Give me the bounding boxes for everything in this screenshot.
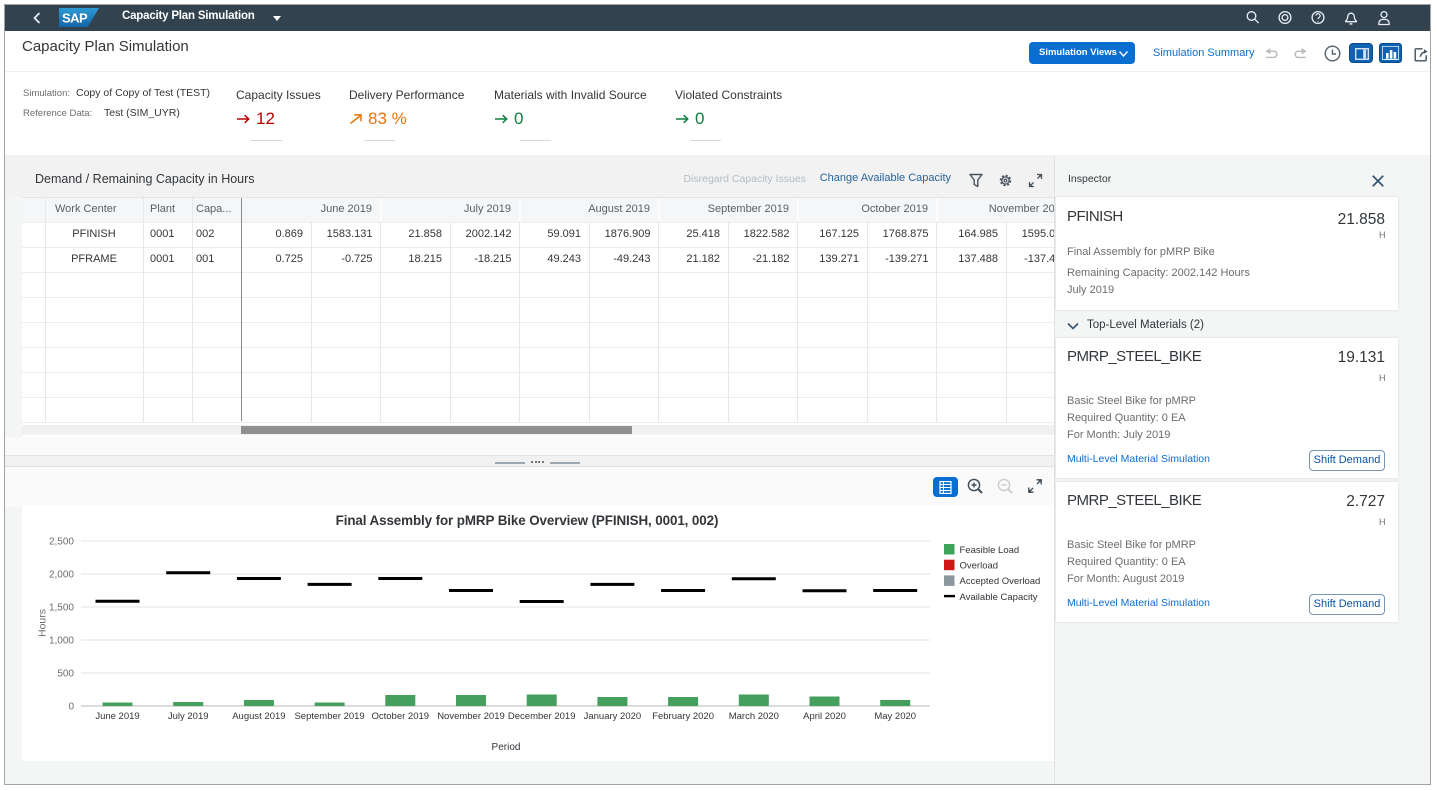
svg-text:February 2020: February 2020 — [652, 711, 714, 722]
svg-text:1,500: 1,500 — [49, 603, 74, 614]
svg-text:2,500: 2,500 — [49, 537, 74, 548]
svg-text:May 2020: May 2020 — [874, 711, 916, 722]
svg-text:November 2019: November 2019 — [437, 711, 505, 722]
svg-text:Available Capacity: Available Capacity — [960, 592, 1038, 603]
svg-text:Hours: Hours — [37, 609, 49, 637]
svg-text:Period: Period — [492, 742, 521, 753]
svg-text:September 2019: September 2019 — [294, 711, 364, 722]
svg-text:500: 500 — [57, 669, 74, 680]
svg-text:April 2020: April 2020 — [803, 711, 846, 722]
svg-text:Feasible Load: Feasible Load — [960, 545, 1020, 556]
svg-text:December 2019: December 2019 — [508, 711, 576, 722]
svg-text:June 2019: June 2019 — [95, 711, 139, 722]
svg-text:Overload: Overload — [960, 561, 999, 572]
svg-text:January 2020: January 2020 — [584, 711, 642, 722]
svg-text:March 2020: March 2020 — [729, 711, 779, 722]
svg-text:0: 0 — [68, 702, 74, 713]
svg-text:Accepted Overload: Accepted Overload — [960, 576, 1041, 587]
svg-text:1,000: 1,000 — [49, 636, 74, 647]
svg-text:SAP: SAP — [62, 11, 88, 26]
svg-text:July 2019: July 2019 — [168, 711, 209, 722]
svg-text:October 2019: October 2019 — [372, 711, 430, 722]
svg-text:2,000: 2,000 — [49, 570, 74, 581]
svg-text:August 2019: August 2019 — [232, 711, 285, 722]
svg-text:Final Assembly for pMRP Bike O: Final Assembly for pMRP Bike Overview (P… — [336, 513, 719, 528]
